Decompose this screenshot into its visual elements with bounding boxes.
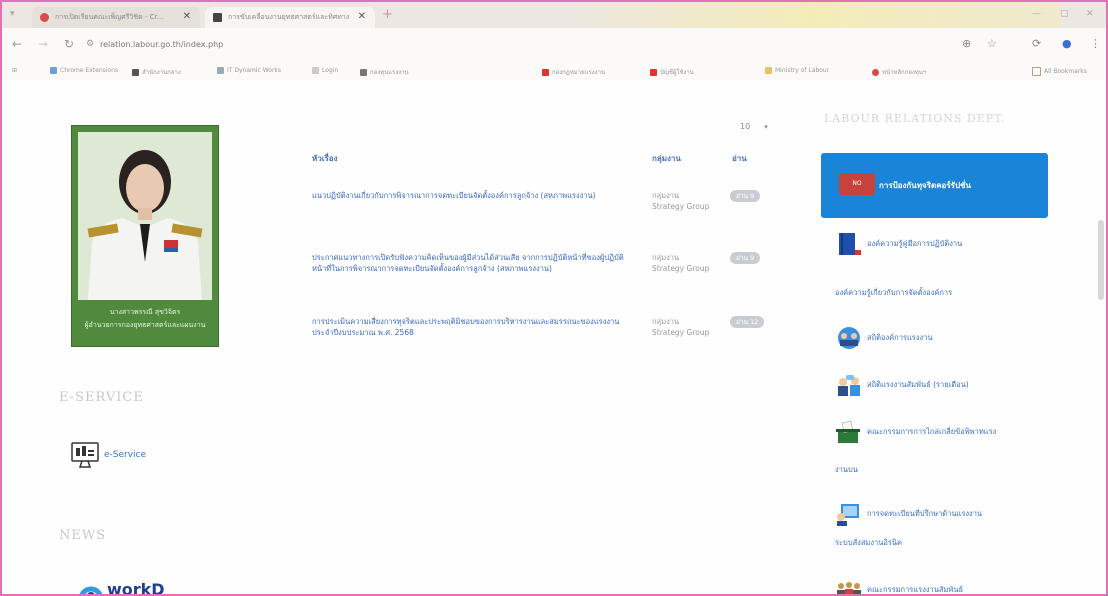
browser-tab-1[interactable]: การเปิดเรียนคณะเพ็ญศรีวิชิต - Cr... ✕	[32, 7, 200, 28]
bookmark-item[interactable]: กองทุนแรงงาน	[360, 67, 409, 77]
workd-link[interactable]: workD	[79, 580, 165, 596]
tab-search-icon[interactable]: ▾	[10, 9, 15, 19]
bookmark-icon	[650, 68, 657, 76]
profile-icon[interactable]: ●	[1062, 37, 1072, 50]
group-cell: กลุ่มงาน Strategy Group	[652, 253, 710, 273]
views-badge: อ่าน 12	[730, 316, 765, 328]
document-link[interactable]: การประเมินความเสี่ยงการทุจริตและประพฤติม…	[312, 316, 642, 338]
menu-icon[interactable]: ⋮	[1090, 37, 1101, 50]
bookmark-icon	[50, 67, 57, 74]
bookmark-icon	[217, 67, 224, 74]
minimize-icon[interactable]: —	[1032, 9, 1041, 19]
maximize-icon[interactable]: ▢	[1060, 9, 1069, 19]
document-link[interactable]: ประกาศแนวทางการเปิดรับฟังความคิดเห็นของผ…	[312, 252, 642, 274]
back-icon[interactable]: ←	[12, 37, 22, 51]
bookmark-item[interactable]: กองกฎหมายแรงงาน	[542, 67, 605, 77]
bookmark-star-icon[interactable]: ☆	[987, 37, 997, 50]
column-header-title[interactable]: หัวเรื่อง	[312, 152, 338, 165]
news-heading: NEWS	[59, 528, 107, 543]
chevron-down-icon: ▾	[764, 123, 768, 131]
bookmark-item[interactable]: หน้าหลักกองทุนฯ	[872, 67, 926, 77]
bookmark-icon	[872, 68, 879, 76]
zoom-icon[interactable]: ⊕	[962, 37, 971, 50]
photo-caption: นางสาวพรรณี สุขวิจิตร ผู้อำนวยการกองยุทธ…	[72, 306, 218, 332]
workd-label: workD	[107, 580, 165, 596]
anti-corruption-button[interactable]: NO การป้องกันทุจริตคอร์รัปชั่น	[821, 153, 1048, 218]
close-window-icon[interactable]: ✕	[1086, 9, 1094, 19]
eservice-monitor-icon	[71, 442, 99, 468]
forward-icon[interactable]: →	[38, 37, 48, 51]
caption-name: นางสาวพรรณี สุขวิจิตร	[109, 308, 181, 316]
group-people-icon	[837, 582, 861, 594]
labour-relations-stats-link[interactable]: สถิติแรงงานสัมพันธ์ (รายเดือน)	[835, 373, 969, 397]
bookmark-item[interactable]: Login	[312, 67, 338, 74]
tab-bar-glare	[562, 2, 1062, 28]
screenshot-frame: ▾ การเปิดเรียนคณะเพ็ญศรีวิชิต - Cr... ✕ …	[0, 0, 1108, 596]
bookmark-item[interactable]: IT Dynamic Works	[217, 67, 281, 74]
url-field[interactable]: relation.labour.go.th/index.php	[100, 40, 223, 49]
bookmark-item[interactable]: Ministry of Labour	[765, 67, 829, 74]
tab-title: การขับเคลื่อนงานยุทธศาสตร์และทิศทาง	[228, 13, 350, 21]
workd-logo-icon	[79, 586, 103, 594]
tab-title: การเปิดเรียนคณะเพ็ญศรีวิชิต - Cr...	[55, 13, 164, 21]
bookmark-icon	[360, 68, 367, 76]
caption-position: ผู้อำนวยการกองยุทธศาสตร์และแผนงาน	[84, 321, 206, 329]
knowledge-manual-link[interactable]: องค์ความรู้คู่มือการปฏิบัติงาน	[835, 232, 962, 256]
eservice-label: e-Service	[104, 450, 147, 460]
page-content: นางสาวพรรณี สุขวิจิตร ผู้อำนวยการกองยุทธ…	[2, 80, 1106, 594]
bookmark-item[interactable]: Chrome Extensions	[50, 67, 118, 74]
views-badge: อ่าน 9	[730, 252, 761, 264]
computer-user-icon	[837, 504, 859, 526]
portrait-illustration	[78, 132, 212, 300]
column-header-views[interactable]: อ่าน	[732, 152, 747, 165]
bookmark-icon	[132, 68, 139, 76]
apps-icon[interactable]: ⊞	[12, 67, 17, 74]
tab-favicon-icon	[40, 13, 49, 22]
close-tab-icon[interactable]: ✕	[183, 11, 191, 22]
views-badge: อ่าน 9	[730, 190, 761, 202]
book-icon	[839, 233, 861, 255]
bookmark-item[interactable]: บัญชีผู้ใช้งาน	[650, 67, 694, 77]
labour-consultant-registration-link[interactable]: การจดทะเบียนที่ปรึกษาด้านแรงงาน	[835, 502, 982, 526]
ballot-box-icon	[836, 420, 860, 443]
director-photo-card: นางสาวพรรณี สุขวิจิตร ผู้อำนวยการกองยุทธ…	[71, 125, 219, 347]
labour-org-stats-link[interactable]: สถิติองค์การแรงงาน	[835, 326, 932, 350]
group-cell: กลุ่มงาน Strategy Group	[652, 317, 710, 337]
tab-favicon-icon	[213, 13, 222, 22]
labour-consultant-sublink[interactable]: ระบบสั่งสมงานอิรนิค	[835, 537, 902, 549]
anti-corruption-label: การป้องกันทุจริตคอร์รัปชั่น	[879, 181, 971, 190]
bookmark-icon	[312, 67, 319, 74]
mediation-committee-link[interactable]: คณะกรรมการการไกล่เกลี่ยข้อพิพาทแรง	[835, 420, 996, 444]
page-size-select[interactable]: 10 ▾	[740, 122, 768, 131]
eservice-link[interactable]: e-Service	[70, 440, 146, 470]
column-header-group[interactable]: กลุ่มงาน	[652, 152, 681, 165]
folder-icon	[1032, 67, 1041, 76]
browser-tab-2[interactable]: การขับเคลื่อนงานยุทธศาสตร์และทิศทาง ✕	[205, 7, 375, 28]
labour-relations-committee-link[interactable]: คณะกรรมการแรงงานสัมพันธ์	[835, 578, 963, 594]
people-discussion-icon	[838, 375, 860, 396]
knowledge-manual-sublink[interactable]: องค์ความรู้เกี่ยวกับการจัดตั้งองค์การ	[835, 287, 952, 299]
bookmark-item[interactable]: All Bookmarks	[1032, 67, 1087, 76]
bookmark-item[interactable]: สำนักงานกลาง	[132, 67, 181, 77]
anti-corruption-logo-icon: NO	[839, 173, 875, 195]
browser-tab-bar: ▾ การเปิดเรียนคณะเพ็ญศรีวิชิต - Cr... ✕ …	[2, 2, 1106, 28]
page-scrollbar[interactable]	[1098, 220, 1104, 300]
reload-icon[interactable]: ↻	[64, 37, 74, 51]
document-link[interactable]: แนวปฏิบัติงานเกี่ยวกับการพิจารณาการจดทะเ…	[312, 190, 642, 201]
close-tab-icon[interactable]: ✕	[358, 11, 366, 22]
portrait-photo	[78, 132, 212, 300]
eservice-heading: E-SERVICE	[59, 390, 144, 405]
bookmark-icon	[542, 68, 549, 76]
department-heading: LABOUR RELATIONS DEPT.	[824, 112, 1006, 125]
new-tab-icon[interactable]: +	[382, 7, 393, 22]
bookmarks-bar: ⊞ Chrome Extensions สำนักงานกลาง IT Dyna…	[2, 62, 1106, 80]
extensions-icon[interactable]: ⟳	[1032, 37, 1041, 50]
people-meeting-icon	[838, 327, 860, 349]
bookmark-icon	[765, 67, 772, 74]
group-cell: กลุ่มงาน Strategy Group	[652, 191, 710, 211]
address-bar-row: ← → ↻ ⚙ relation.labour.go.th/index.php …	[2, 28, 1106, 62]
mediation-committee-sublink[interactable]: งานบน	[835, 464, 858, 476]
site-info-icon[interactable]: ⚙	[86, 39, 94, 49]
